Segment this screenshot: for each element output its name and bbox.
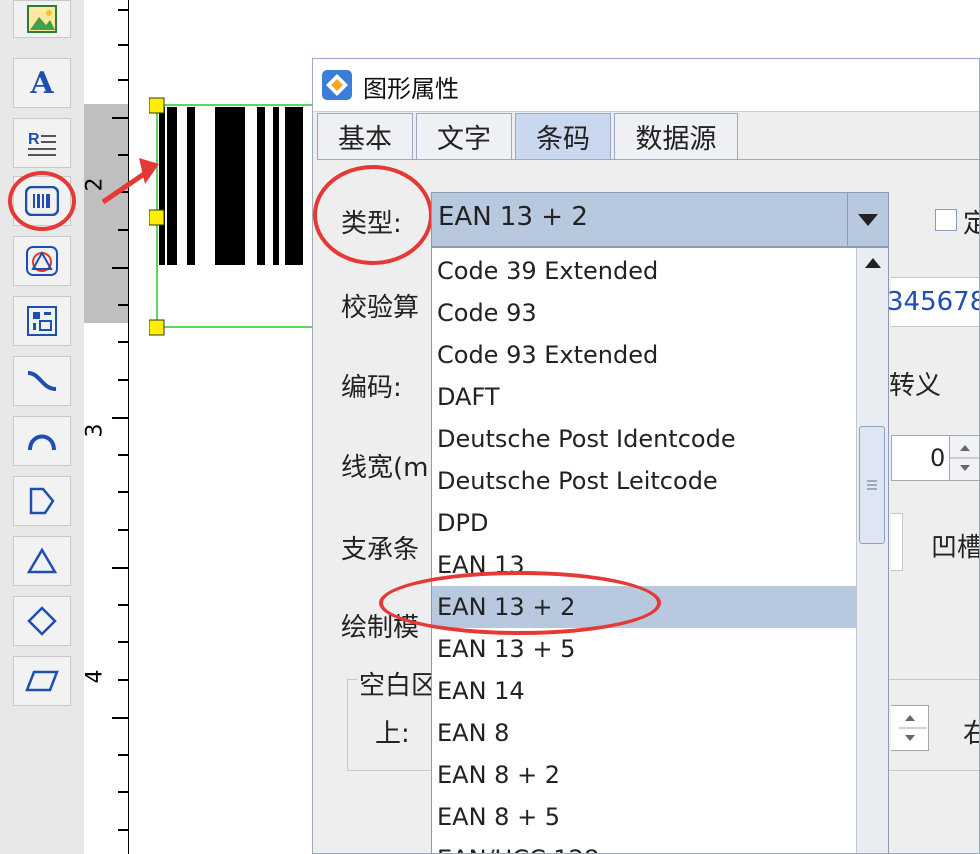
triangle-icon: [26, 547, 58, 574]
graphic-properties-dialog: 图形属性 基本 文字 条码 数据源 类型: 校验算 编码: 线宽(m 支承条 绘…: [312, 58, 980, 854]
combo-dropdown-button[interactable]: [847, 193, 888, 246]
escape-label: 转义: [889, 371, 942, 401]
triangle-tool-button[interactable]: [13, 536, 71, 586]
image-tool-button[interactable]: [13, 0, 71, 38]
polygon-tool-button[interactable]: [13, 476, 71, 526]
dialog-title: 图形属性: [363, 75, 459, 103]
rich-text-icon: R: [28, 131, 56, 156]
barcode-type-value: EAN 13 + 2: [438, 202, 588, 232]
shape-tool-button[interactable]: [13, 236, 71, 286]
tab-basic[interactable]: 基本: [317, 113, 413, 159]
diamond-tool-button[interactable]: [13, 596, 71, 646]
top-margin-spinner[interactable]: [891, 705, 929, 751]
spin-arrows-icon: [950, 445, 979, 471]
rich-text-tool-button[interactable]: R: [13, 118, 71, 168]
list-item[interactable]: Deutsche Post Leitcode: [432, 460, 856, 502]
grip-icon: [867, 480, 877, 490]
red-arrow-annotation: [101, 158, 159, 205]
list-item[interactable]: EAN 14: [432, 670, 856, 712]
option-checkbox-label: 定: [963, 203, 979, 240]
list-item[interactable]: Code 39 Extended: [432, 250, 856, 292]
barcode-type-dropdown[interactable]: Code 39 Extended Code 93 Code 93 Extende…: [431, 247, 889, 853]
list-item[interactable]: EAN 8 + 2: [432, 754, 856, 796]
list-item[interactable]: EAN/UCC 128: [432, 838, 856, 853]
ruler-label-3: 3: [82, 423, 108, 438]
dropdown-scrollbar[interactable]: [856, 248, 888, 853]
arc-icon: [28, 434, 56, 451]
tab-text[interactable]: 文字: [416, 113, 512, 159]
bearer-bar-label: 支承条: [341, 535, 420, 565]
qrcode-icon: [27, 306, 57, 336]
ruler-label-4: 4: [82, 669, 108, 684]
chevron-down-icon: [858, 213, 878, 226]
encode-label: 编码:: [341, 373, 402, 403]
barcode-type-combo[interactable]: EAN 13 + 2: [431, 192, 889, 247]
dialog-titlebar: 图形属性: [313, 59, 979, 112]
quiet-zone-label: 空白区: [357, 665, 440, 702]
shape-icon: [26, 246, 58, 276]
app-logo-icon: [322, 70, 352, 100]
list-item[interactable]: Code 93: [432, 292, 856, 334]
type-label-highlight: [313, 165, 433, 265]
line-width-spin-buttons[interactable]: [949, 436, 979, 480]
list-item[interactable]: EAN 8 + 5: [432, 796, 856, 838]
line-width-value: 0: [930, 444, 946, 472]
parallelogram-tool-button[interactable]: [13, 656, 71, 706]
parallelogram-icon: [25, 670, 59, 692]
tab-barcode[interactable]: 条码: [515, 113, 611, 159]
check-algorithm-label: 校验算: [341, 293, 420, 323]
image-icon: [27, 5, 57, 33]
curve-tool-button[interactable]: [13, 356, 71, 406]
line-width-label: 线宽(m: [341, 453, 429, 483]
list-item[interactable]: DPD: [432, 502, 856, 544]
curve-icon: [27, 371, 57, 391]
text-icon: A: [30, 65, 54, 101]
bearer-combo-edge[interactable]: [891, 513, 903, 571]
left-toolbar: A R: [0, 0, 84, 854]
polygon-icon: [29, 487, 55, 515]
scroll-up-button[interactable]: [857, 248, 888, 278]
selected-option-highlight: [379, 571, 661, 635]
barcode-tool-highlight: [8, 171, 76, 231]
tab-datasource[interactable]: 数据源: [614, 113, 738, 159]
scrollbar-thumb[interactable]: [859, 426, 885, 544]
data-value: 345678: [887, 287, 980, 317]
groove-label: 凹槽: [931, 533, 980, 563]
right-margin-label: 右: [963, 713, 979, 750]
line-width-spinner[interactable]: 0: [891, 435, 979, 481]
chevron-up-icon: [864, 258, 881, 268]
option-checkbox[interactable]: [935, 209, 957, 231]
spin-arrows-icon: [899, 715, 927, 741]
top-margin-label: 上:: [375, 719, 410, 749]
list-item[interactable]: DAFT: [432, 376, 856, 418]
list-item[interactable]: Deutsche Post Identcode: [432, 418, 856, 460]
diamond-icon: [27, 606, 57, 636]
arc-tool-button[interactable]: [13, 416, 71, 466]
svg-text:R: R: [28, 131, 40, 148]
qrcode-tool-button[interactable]: [13, 296, 71, 346]
list-item[interactable]: EAN 8: [432, 712, 856, 754]
text-tool-button[interactable]: A: [13, 58, 71, 108]
barcode-object[interactable]: [149, 95, 339, 435]
list-item[interactable]: Code 93 Extended: [432, 334, 856, 376]
